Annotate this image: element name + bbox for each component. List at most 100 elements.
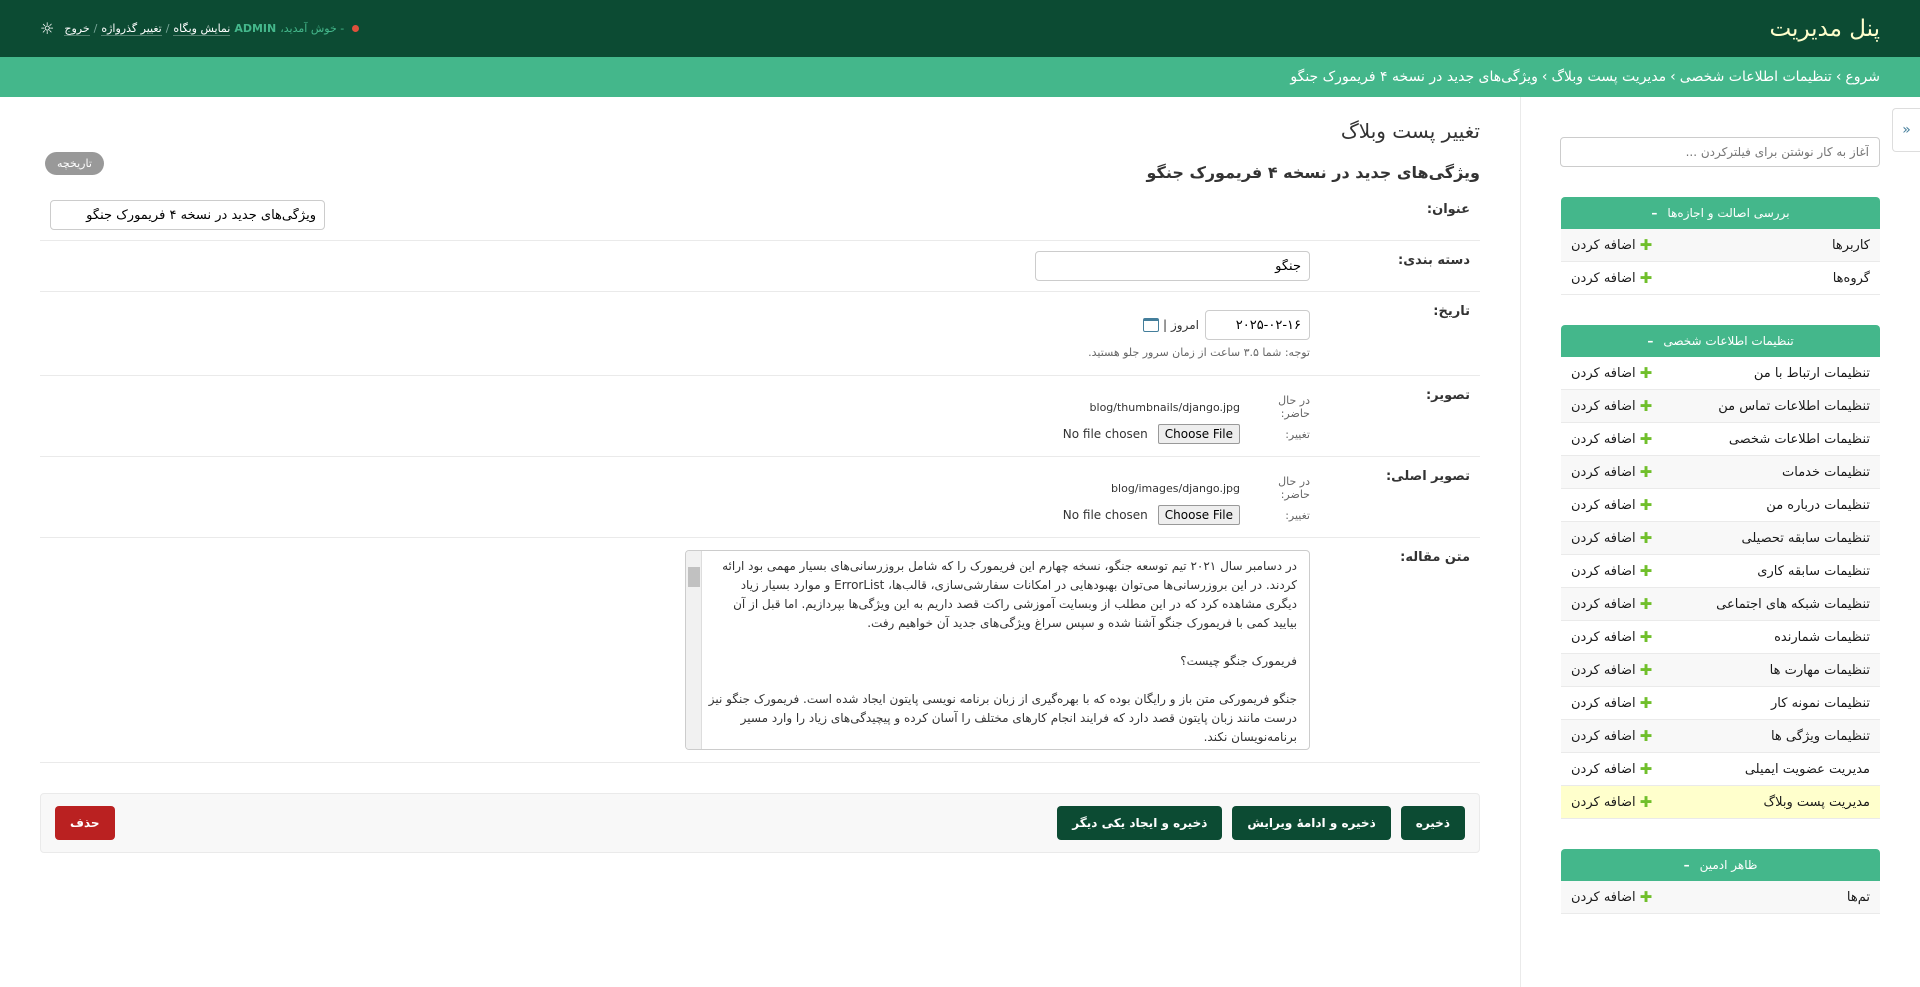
add-link[interactable]: ✚ اضافه کردن (1571, 595, 1652, 613)
history-button[interactable]: تاریخچه (45, 152, 104, 175)
add-link[interactable]: ✚ اضافه کردن (1571, 496, 1652, 514)
model-row: تنظیمات خدمات ✚ اضافه کردن (1561, 456, 1880, 489)
model-link[interactable]: تنظیمات مهارت ها (1770, 663, 1870, 678)
app-caption[interactable]: ظاهر ادمین – (1561, 849, 1880, 881)
plus-icon: ✚ (1639, 236, 1653, 254)
add-link[interactable]: ✚ اضافه کردن (1571, 888, 1652, 906)
model-link[interactable]: تنظیمات ویژگی ها (1771, 729, 1870, 744)
username: ADMIN (234, 22, 277, 35)
save-add-another-button[interactable]: ذخیره و ایجاد یکی دیگر (1057, 806, 1223, 840)
add-link[interactable]: ✚ اضافه کردن (1571, 397, 1652, 415)
current-original-image-link[interactable]: blog/images/django.jpg (1111, 482, 1240, 495)
collapse-icon[interactable]: – (1651, 206, 1657, 220)
timezone-note: توجه: شما ۳.۵ ساعت از زمان سرور جلو هستی… (1088, 346, 1310, 359)
sidebar: بررسی اصالت و اجازه‌ها – کاربرها ✚اضافه … (1520, 97, 1920, 987)
breadcrumb-home[interactable]: شروع (1845, 69, 1880, 85)
model-row: تنظیمات شبکه های اجتماعی ✚ اضافه کردن (1561, 588, 1880, 621)
current-image-link[interactable]: blog/thumbnails/django.jpg (1090, 401, 1240, 414)
scrollbar[interactable] (686, 551, 702, 749)
choose-file-button[interactable]: Choose File (1157, 505, 1240, 525)
collapse-icon[interactable]: – (1647, 334, 1653, 348)
model-link[interactable]: تنظیمات ارتباط با من (1754, 366, 1870, 381)
add-link[interactable]: ✚ اضافه کردن (1571, 364, 1652, 382)
add-link[interactable]: ✚ اضافه کردن (1571, 793, 1652, 811)
model-link[interactable]: مدیریت پست وبلاگ (1764, 795, 1871, 810)
form-row-date: تاریخ: امروز | توجه: شما ۳.۵ ساعت از زما… (40, 292, 1480, 376)
theme-toggle-icon[interactable]: ☼ (40, 19, 54, 38)
collapse-icon[interactable]: – (1684, 858, 1690, 872)
add-link[interactable]: ✚ اضافه کردن (1571, 661, 1652, 679)
breadcrumb-app[interactable]: تنظیمات اطلاعات شخصی (1680, 69, 1832, 85)
add-link[interactable]: ✚ اضافه کردن (1571, 727, 1652, 745)
model-list: تنظیمات ارتباط با من ✚ اضافه کردن تنظیمات ا… (1561, 357, 1880, 819)
save-continue-button[interactable]: ذخیره و ادامهٔ ویرایش (1232, 806, 1391, 840)
add-link[interactable]: ✚ اضافه کردن (1571, 463, 1652, 481)
model-row: تنظیمات مهارت ها ✚ اضافه کردن (1561, 654, 1880, 687)
form-row-original-image: تصویر اصلی: در حال حاضر: blog/images/dja… (40, 457, 1480, 538)
plus-icon: ✚ (1639, 888, 1653, 906)
add-link[interactable]: ✚ اضافه کردن (1571, 529, 1652, 547)
model-link[interactable]: تنظیمات سابقه تحصیلی (1742, 531, 1870, 546)
plus-icon: ✚ (1639, 529, 1653, 547)
model-link[interactable]: تنظیمات درباره من (1766, 498, 1870, 513)
model-link[interactable]: مدیریت عضویت ایمیلی (1745, 762, 1870, 777)
file-status: No file chosen (1062, 508, 1148, 522)
breadcrumb-model[interactable]: مدیریت پست وبلاگ (1551, 69, 1666, 85)
model-row: مدیریت پست وبلاگ ✚ اضافه کردن (1561, 786, 1880, 819)
date-input[interactable] (1205, 310, 1310, 340)
form-row-image: تصویر: در حال حاضر: blog/thumbnails/djan… (40, 376, 1480, 457)
model-link[interactable]: تنظیمات نمونه کار (1771, 696, 1870, 711)
body-label: متن مقاله: (1400, 550, 1470, 565)
app-caption[interactable]: بررسی اصالت و اجازه‌ها – (1561, 197, 1880, 229)
calendar-icon[interactable] (1142, 318, 1159, 332)
plus-icon: ✚ (1639, 269, 1653, 287)
title-label: عنوان: (1426, 202, 1470, 217)
change-image-line: تغییر: Choose File No file chosen (1063, 424, 1310, 444)
site-title[interactable]: پنل مدیریت (1769, 16, 1880, 42)
title-input[interactable] (50, 200, 325, 230)
category-label: دسته بندی: (1398, 253, 1470, 268)
status-dot-icon (352, 25, 360, 32)
model-link[interactable]: گروه‌ها (1833, 271, 1870, 286)
scrollbar-thumb[interactable] (688, 567, 700, 587)
plus-icon: ✚ (1639, 496, 1653, 514)
delete-button[interactable]: حذف (55, 806, 115, 840)
change-password-link[interactable]: تغییر گذرواژه (101, 22, 162, 36)
view-site-link[interactable]: نمایش وبگاه (173, 22, 231, 36)
plus-icon: ✚ (1639, 727, 1653, 745)
add-link[interactable]: ✚ اضافه کردن (1571, 562, 1652, 580)
article-textarea[interactable]: در دسامبر سال ۲۰۲۱ تیم توسعه جنگو، نسخه … (685, 550, 1310, 750)
submit-row: ذخیره ذخیره و ادامهٔ ویرایش ذخیره و ایجا… (40, 793, 1480, 853)
model-link[interactable]: تنظیمات خدمات (1782, 465, 1870, 480)
model-link[interactable]: تم‌ها (1847, 890, 1870, 905)
save-button[interactable]: ذخیره (1400, 806, 1465, 840)
category-input[interactable] (1035, 251, 1310, 281)
model-link[interactable]: تنظیمات سابقه کاری (1757, 564, 1870, 579)
add-link[interactable]: ✚ اضافه کردن (1571, 628, 1652, 646)
app-caption[interactable]: تنظیمات اطلاعات شخصی – (1561, 325, 1880, 357)
model-link[interactable]: تنظیمات شبکه های اجتماعی (1716, 597, 1870, 612)
choose-file-button[interactable]: Choose File (1157, 424, 1240, 444)
main-content: تغییر پست وبلاگ تاریخچه ویژگی‌های جدید د… (40, 97, 1480, 853)
plus-icon: ✚ (1639, 463, 1653, 481)
plus-icon: ✚ (1639, 397, 1653, 415)
add-link[interactable]: ✚ اضافه کردن (1571, 236, 1652, 254)
image-label: تصویر: (1425, 388, 1470, 403)
plus-icon: ✚ (1639, 661, 1653, 679)
date-label: تاریخ: (1433, 304, 1470, 319)
today-link[interactable]: امروز (1171, 318, 1199, 332)
nav-filter-input[interactable] (1560, 137, 1880, 167)
add-link[interactable]: ✚ اضافه کردن (1571, 760, 1652, 778)
model-link[interactable]: کاربرها (1832, 238, 1870, 253)
plus-icon: ✚ (1639, 694, 1653, 712)
add-link[interactable]: ✚ اضافه کردن (1571, 694, 1652, 712)
model-link[interactable]: تنظیمات اطلاعات تماس من (1718, 399, 1870, 414)
plus-icon: ✚ (1639, 364, 1653, 382)
add-link[interactable]: ✚ اضافه کردن (1571, 430, 1652, 448)
model-row: تنظیمات ارتباط با من ✚ اضافه کردن (1561, 357, 1880, 390)
logout-link[interactable]: خروج (64, 22, 90, 36)
model-link[interactable]: تنظیمات اطلاعات شخصی (1729, 432, 1870, 447)
add-link[interactable]: ✚ اضافه کردن (1571, 269, 1652, 287)
breadcrumb: شروع › تنظیمات اطلاعات شخصی › مدیریت پست… (0, 57, 1920, 97)
model-link[interactable]: تنظیمات شمارنده (1774, 630, 1870, 645)
